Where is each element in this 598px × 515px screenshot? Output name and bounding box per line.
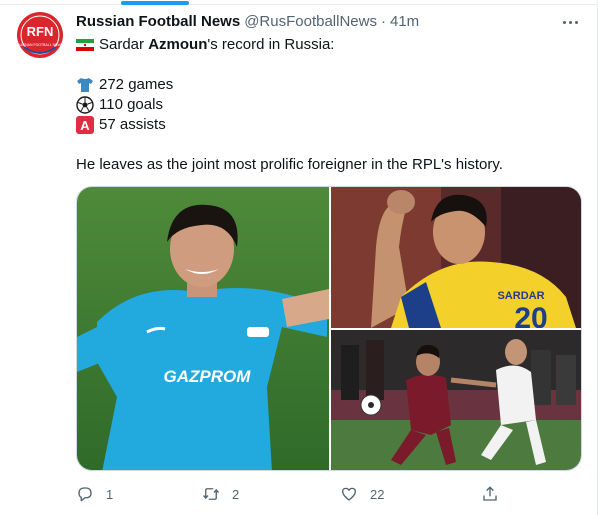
- shirt-name: SARDAR: [497, 290, 544, 302]
- intro-text-end: 's record in Russia:: [207, 36, 335, 53]
- goals-line: 110 goals: [76, 95, 581, 115]
- retweet-button[interactable]: 2: [202, 483, 239, 505]
- reply-icon: [78, 487, 92, 502]
- heart-icon: [341, 487, 357, 501]
- more-dot-icon: [574, 20, 578, 24]
- shirt-number: 20: [514, 302, 547, 328]
- top-bar: [0, 0, 598, 6]
- iran-flag-icon: [76, 39, 94, 51]
- timestamp[interactable]: 41m: [390, 12, 419, 32]
- rfn-logo-icon: RFN RUSSIAN FOOTBALL NEWS: [17, 12, 64, 58]
- avatar[interactable]: RFN RUSSIAN FOOTBALL NEWS: [16, 11, 64, 59]
- more-dot-icon: [562, 20, 566, 24]
- media-grid: GAZPROM SARDAR 20: [76, 186, 582, 471]
- games-line: 272 games: [76, 75, 581, 95]
- photo-yellow-kit-celebration[interactable]: SARDAR 20: [331, 187, 581, 328]
- goals-text: 110 goals: [99, 96, 163, 113]
- reply-button[interactable]: 1: [76, 483, 113, 505]
- reply-count: 1: [106, 486, 114, 502]
- intro-line: Sardar Azmoun's record in Russia:: [76, 35, 581, 55]
- separator-dot: ·: [380, 13, 386, 30]
- like-button[interactable]: 22: [340, 483, 384, 505]
- action-bar: 1 2 22: [76, 483, 506, 505]
- photo-zenit-celebration[interactable]: GAZPROM: [77, 187, 329, 470]
- top-divider: [0, 4, 598, 5]
- share-icon: [483, 486, 497, 501]
- retweet-icon: [202, 488, 220, 500]
- share-button[interactable]: [481, 483, 511, 505]
- assists-badge-letter: A: [80, 118, 90, 133]
- closing-text: He leaves as the joint most prolific for…: [76, 156, 503, 173]
- more-dot-icon: [568, 20, 572, 24]
- tweet-text: Sardar Azmoun's record in Russia: 272 ga…: [76, 35, 581, 175]
- player-name: Azmoun: [148, 36, 208, 53]
- photo-rubin-match[interactable]: [331, 330, 581, 470]
- display-name[interactable]: Russian Football News: [76, 12, 240, 32]
- avatar-text: RFN: [27, 24, 54, 39]
- user-handle[interactable]: @RusFootballNews: [244, 12, 377, 32]
- letter-a-icon: A: [76, 116, 94, 134]
- soccer-ball-icon: [76, 96, 94, 114]
- tab-indicator: [121, 1, 189, 5]
- retweet-count: 2: [232, 486, 240, 502]
- like-count: 22: [370, 486, 385, 502]
- intro-text: Sardar: [99, 36, 149, 53]
- shirt-icon: [77, 78, 93, 92]
- assists-line: A 57 assists: [76, 115, 581, 135]
- assists-text: 57 assists: [99, 116, 166, 133]
- games-text: 272 games: [99, 76, 174, 93]
- tweet-header: Russian Football News @RusFootballNews ·…: [76, 12, 586, 32]
- more-options-button[interactable]: [560, 12, 580, 32]
- svg-text:RUSSIAN FOOTBALL NEWS: RUSSIAN FOOTBALL NEWS: [17, 43, 64, 47]
- sponsor-text: GAZPROM: [164, 367, 252, 386]
- closing-line: He leaves as the joint most prolific for…: [76, 155, 581, 175]
